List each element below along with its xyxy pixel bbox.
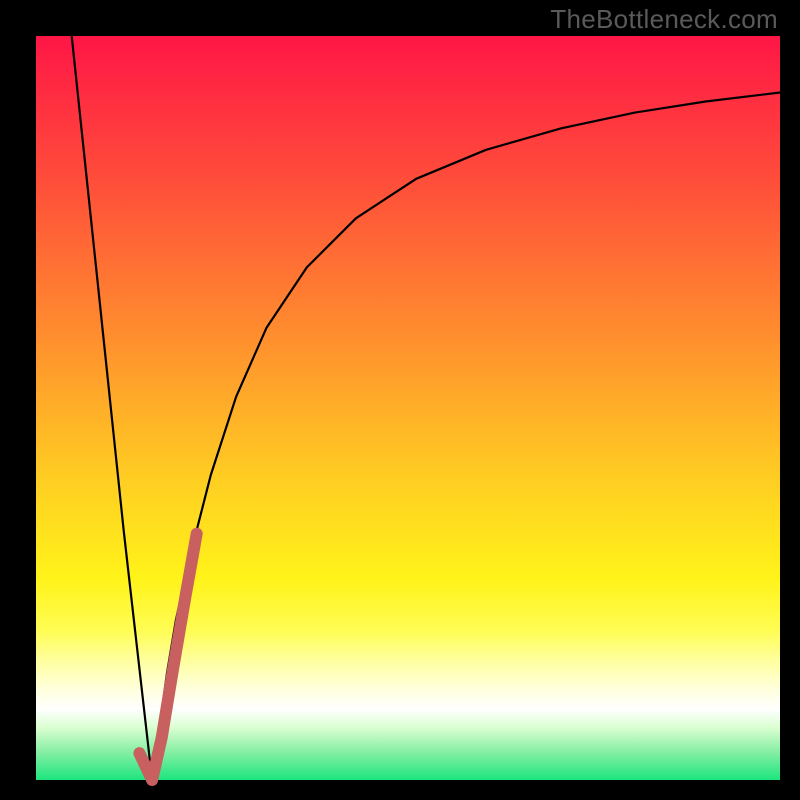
chart-svg — [0, 0, 800, 800]
plot-background — [36, 36, 780, 780]
chart-frame: TheBottleneck.com — [0, 0, 800, 800]
